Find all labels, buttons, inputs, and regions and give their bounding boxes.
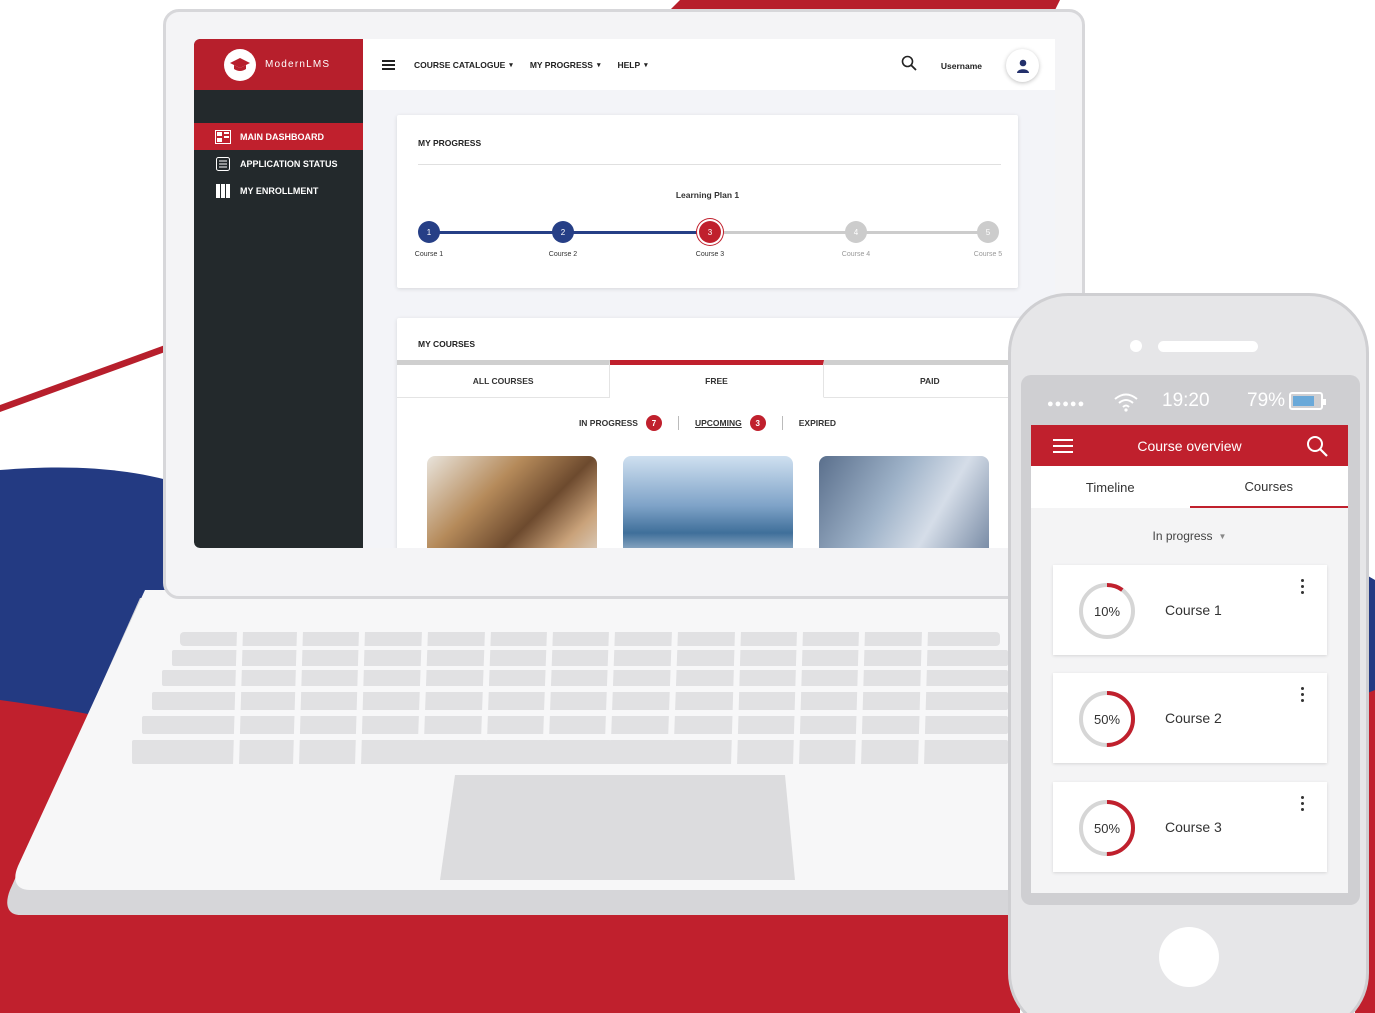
divider — [418, 164, 1001, 165]
phone-app: Course overview Timeline Courses In prog… — [1031, 425, 1348, 893]
course-card[interactable]: 50% Course 3 — [1053, 782, 1327, 872]
step-1[interactable]: 1 — [418, 221, 440, 243]
sidebar-item-application-status[interactable]: APPLICATION STATUS — [194, 150, 363, 177]
brand-name: ModernLMS — [265, 59, 331, 70]
count-badge: 3 — [749, 415, 766, 431]
signal-dots-icon: ●●●●● — [1047, 398, 1086, 410]
course-thumbnail-chart[interactable] — [819, 456, 989, 548]
phone-camera — [1130, 340, 1142, 352]
wifi-icon — [1113, 392, 1139, 417]
filter-label: UPCOMING — [694, 418, 742, 428]
step-label: Course 1 — [414, 251, 444, 258]
step-label: Course 4 — [841, 251, 871, 258]
course-card[interactable]: 10% Course 1 — [1053, 565, 1327, 655]
filter-in-progress[interactable]: IN PROGRESS 7 — [579, 415, 662, 431]
step-label: Course 5 — [973, 251, 1003, 258]
caret-down-icon: ▾ — [644, 61, 648, 69]
menu-help[interactable]: HELP ▾ — [617, 60, 647, 70]
separator — [677, 416, 679, 430]
progress-filter-dropdown[interactable]: In progress ▼ — [1031, 508, 1348, 564]
username[interactable]: Username — [941, 61, 982, 71]
menu-label: MY PROGRESS — [529, 59, 593, 70]
sidebar-item-my-enrollment[interactable]: MY ENROLLMENT — [194, 177, 363, 204]
progress-percent: 50% — [1093, 820, 1121, 836]
menu-label: COURSE CATALOGUE — [414, 59, 506, 70]
tab-paid[interactable]: PAID — [823, 360, 1037, 398]
sidebar-nav: MAIN DASHBOARD APPLICATION STATUS MY ENR… — [194, 123, 363, 204]
course-tabs: ALL COURSES FREE PAID — [397, 360, 1037, 398]
menu-label: HELP — [617, 59, 641, 70]
phone-speaker — [1158, 341, 1258, 352]
top-navbar: COURSE CATALOGUE ▾ MY PROGRESS ▾ HELP ▾ Use… — [363, 39, 1055, 90]
filter-value: In progress — [1152, 529, 1213, 543]
sidebar-item-label: MAIN DASHBOARD — [240, 131, 324, 142]
count-badge: 7 — [645, 415, 662, 431]
chevron-down-icon: ▼ — [1218, 531, 1227, 541]
step-label: Course 2 — [548, 251, 578, 258]
app-header: Course overview — [1031, 425, 1348, 466]
more-options-icon[interactable] — [1301, 687, 1305, 702]
filter-label: IN PROGRESS — [578, 418, 638, 428]
course-filters: IN PROGRESS 7 UPCOMING 3 EXPIRED — [397, 415, 1018, 431]
dashboard-icon — [215, 129, 231, 144]
tab-timeline[interactable]: Timeline — [1031, 466, 1190, 508]
search-icon[interactable] — [1306, 435, 1328, 462]
sidebar-item-main-dashboard[interactable]: MAIN DASHBOARD — [194, 123, 363, 150]
progress-percent: 10% — [1093, 603, 1121, 619]
avatar[interactable] — [1006, 49, 1039, 82]
sidebar-item-label: MY ENROLLMENT — [240, 185, 319, 196]
step-label: Course 3 — [695, 251, 725, 258]
my-courses-card: MY COURSES ALL COURSES FREE PAID IN PROG… — [397, 318, 1037, 548]
tab-courses[interactable]: Courses — [1189, 466, 1348, 508]
progress-percent: 50% — [1093, 711, 1121, 727]
caret-down-icon: ▾ — [509, 61, 513, 69]
sidebar-item-label: APPLICATION STATUS — [240, 158, 338, 169]
home-button[interactable] — [1159, 927, 1219, 987]
more-options-icon[interactable] — [1301, 796, 1305, 811]
step-2[interactable]: 2 — [552, 221, 574, 243]
sidebar: ModernLMS MAIN DASHBOARD APPLICATION STA… — [194, 39, 363, 548]
caret-down-icon: ▾ — [596, 61, 601, 69]
course-name: Course 2 — [1165, 710, 1222, 726]
filter-upcoming[interactable]: UPCOMING 3 — [695, 415, 766, 431]
app-title: Course overview — [1137, 437, 1242, 454]
course-thumbnail-puzzle[interactable] — [427, 456, 597, 548]
user-icon — [1016, 59, 1029, 73]
menu-course-catalogue[interactable]: COURSE CATALOGUE ▾ — [414, 60, 513, 70]
step-3[interactable]: 3 — [699, 221, 721, 243]
step-4[interactable]: 4 — [845, 221, 867, 243]
my-courses-title: MY COURSES — [418, 339, 475, 349]
learning-plan-label: Learning Plan 1 — [675, 190, 740, 200]
battery-icon — [1289, 392, 1326, 410]
status-time: 19:20 — [1162, 390, 1210, 411]
tab-free[interactable]: FREE — [610, 360, 824, 398]
step-5[interactable]: 5 — [977, 221, 999, 243]
battery-percentage: 79% — [1247, 390, 1286, 411]
my-progress-title: MY PROGRESS — [418, 138, 482, 148]
list-icon — [215, 156, 231, 171]
filter-expired[interactable]: EXPIRED — [799, 418, 836, 428]
lms-screen: ModernLMS MAIN DASHBOARD APPLICATION STA… — [194, 39, 1055, 548]
app-tabs: Timeline Courses — [1031, 466, 1348, 508]
course-name: Course 1 — [1165, 602, 1222, 618]
tab-all-courses[interactable]: ALL COURSES — [397, 360, 611, 398]
more-options-icon[interactable] — [1301, 579, 1305, 594]
phone-status-bar: ●●●●● 19:20 79% — [1021, 380, 1356, 425]
graduation-cap-icon — [224, 48, 256, 81]
course-name: Course 3 — [1165, 819, 1222, 835]
search-icon[interactable] — [901, 55, 917, 76]
my-progress-card: MY PROGRESS Learning Plan 1 1 2 3 4 5 Co… — [397, 115, 1018, 288]
separator — [781, 416, 783, 430]
hamburger-menu-icon[interactable] — [382, 59, 395, 70]
course-card[interactable]: 50% Course 2 — [1053, 673, 1327, 763]
course-thumbnail-city[interactable] — [623, 456, 793, 548]
books-icon — [215, 183, 231, 198]
filter-label: EXPIRED — [798, 418, 837, 428]
menu-my-progress[interactable]: MY PROGRESS ▾ — [530, 60, 601, 70]
top-menu: COURSE CATALOGUE ▾ MY PROGRESS ▾ HELP ▾ — [414, 60, 648, 70]
top-right-actions: Username — [901, 49, 1039, 82]
brand[interactable]: ModernLMS — [194, 39, 363, 90]
menu-icon[interactable] — [1053, 439, 1073, 453]
